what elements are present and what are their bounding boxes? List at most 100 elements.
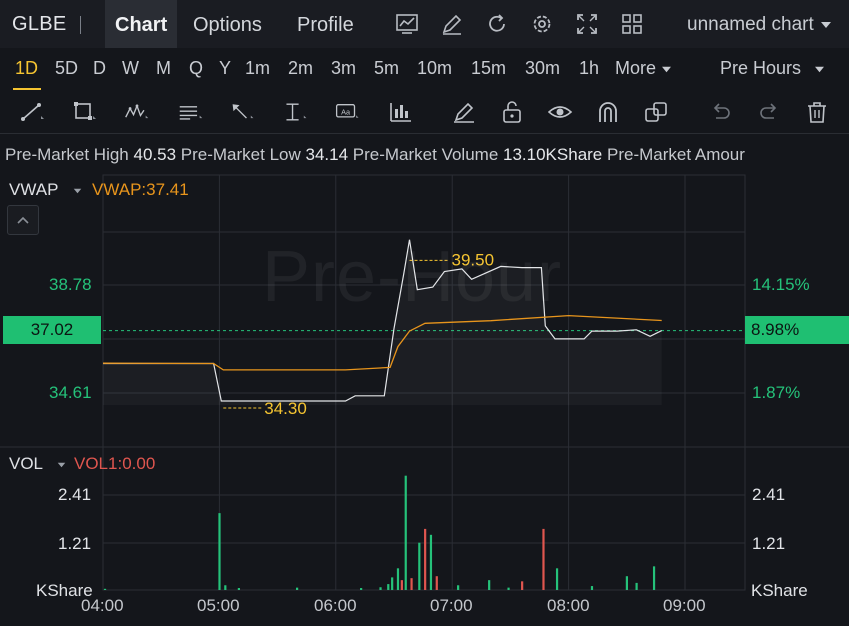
timeframe-5d[interactable]: 5D bbox=[55, 58, 78, 79]
drawing-toolbar: Aa bbox=[0, 90, 849, 134]
volume-bar bbox=[635, 582, 638, 590]
premarket-volume-value: 13.10KShare bbox=[503, 145, 603, 164]
timeframe-10m[interactable]: 10m bbox=[417, 58, 452, 79]
volume-axis-label-left: 1.21 bbox=[58, 534, 92, 553]
vol-indicator-value: VOL1:0.00 bbox=[74, 454, 156, 473]
time-axis-label: 05:00 bbox=[197, 596, 240, 615]
timeframe-3m[interactable]: 3m bbox=[331, 58, 356, 79]
volume-bar bbox=[296, 587, 299, 590]
current-change-tag: 8.98% bbox=[745, 316, 849, 344]
chevron-down-icon bbox=[57, 462, 66, 468]
timeframe-m[interactable]: M bbox=[156, 58, 171, 79]
vwap-indicator-name: VWAP bbox=[9, 180, 59, 199]
volume-bar bbox=[555, 568, 559, 590]
volume-bar bbox=[218, 513, 221, 590]
price-axis-label-left: 34.61 bbox=[49, 383, 92, 402]
chart-type-icon[interactable] bbox=[395, 12, 419, 36]
draw-pen-icon[interactable] bbox=[440, 12, 464, 36]
current-price-tag: 37.02 bbox=[3, 316, 101, 344]
percent-axis-label-right: 1.87% bbox=[752, 383, 801, 402]
volume-panel-frame bbox=[102, 446, 746, 591]
timeframe-w[interactable]: W bbox=[122, 58, 139, 79]
volume-bar bbox=[404, 475, 407, 590]
vol-indicator-selector[interactable]: VOL bbox=[9, 454, 66, 474]
svg-text:Aa: Aa bbox=[341, 107, 351, 116]
trend-line-icon[interactable] bbox=[20, 100, 46, 124]
measure-icon[interactable] bbox=[283, 100, 309, 124]
timeframe-y[interactable]: Y bbox=[219, 58, 231, 79]
volume-bar bbox=[625, 576, 628, 590]
vwap-indicator-value: VWAP:37.41 bbox=[92, 180, 189, 199]
premarket-amount-label: Pre-Market Amour bbox=[607, 145, 745, 164]
volume-bar bbox=[400, 580, 403, 590]
volume-bar bbox=[237, 588, 240, 590]
vol-indicator-name: VOL bbox=[9, 454, 43, 473]
chart-name-dropdown[interactable]: unnamed chart bbox=[687, 14, 832, 36]
arrow-icon[interactable] bbox=[230, 100, 256, 124]
ticker-symbol[interactable]: GLBE bbox=[12, 13, 67, 36]
fullscreen-icon[interactable] bbox=[575, 12, 599, 36]
trash-icon[interactable] bbox=[805, 100, 831, 124]
volume-bar bbox=[542, 528, 545, 590]
volume-bar bbox=[387, 584, 390, 590]
timeframe-2m[interactable]: 2m bbox=[288, 58, 313, 79]
refresh-icon[interactable] bbox=[485, 12, 509, 36]
redo-icon[interactable] bbox=[756, 100, 782, 124]
timeframe-bar: 1D 5D D W M Q Y 1m 2m 3m 5m 10m 15m 30m … bbox=[0, 48, 849, 90]
divider bbox=[80, 16, 81, 34]
tab-options[interactable]: Options bbox=[183, 0, 272, 48]
volume-bar bbox=[521, 581, 524, 590]
volume-bar bbox=[224, 585, 227, 590]
magnet-icon[interactable] bbox=[596, 100, 622, 124]
volume-axis-label-right: 2.41 bbox=[752, 485, 786, 504]
volume-bar bbox=[396, 568, 400, 590]
volume-bar bbox=[410, 578, 413, 590]
chevron-down-icon bbox=[815, 66, 825, 73]
layout-grid-icon[interactable] bbox=[620, 12, 644, 36]
fib-icon[interactable] bbox=[178, 100, 204, 124]
tab-chart[interactable]: Chart bbox=[105, 0, 178, 48]
brush-icon[interactable] bbox=[452, 100, 478, 124]
pattern-icon[interactable] bbox=[124, 100, 150, 124]
premarket-high-value: 40.53 bbox=[133, 145, 177, 164]
chevron-down-icon bbox=[73, 188, 82, 194]
collapse-legend-button[interactable] bbox=[7, 205, 39, 235]
volume-bar bbox=[424, 528, 427, 590]
premarket-low-value: 34.14 bbox=[305, 145, 349, 164]
timeframe-1d[interactable]: 1D bbox=[15, 58, 38, 79]
text-icon[interactable]: Aa bbox=[335, 100, 361, 124]
timeframe-q[interactable]: Q bbox=[189, 58, 203, 79]
volume-bar bbox=[652, 566, 656, 590]
rectangle-icon[interactable] bbox=[72, 100, 98, 124]
layers-icon[interactable] bbox=[644, 100, 670, 124]
chevron-down-icon bbox=[821, 22, 832, 28]
time-axis-label: 04:00 bbox=[81, 596, 124, 615]
premarket-volume-label: Pre-Market Volume bbox=[352, 145, 499, 164]
percent-axis-label-right: 14.15% bbox=[752, 275, 810, 294]
time-axis-label: 07:00 bbox=[430, 596, 473, 615]
timeframe-1m[interactable]: 1m bbox=[245, 58, 270, 79]
top-bar: GLBE Chart Options Profile unnamed chart bbox=[0, 0, 849, 48]
low-price-marker: 34.30 bbox=[264, 399, 307, 418]
timeframe-d[interactable]: D bbox=[93, 58, 106, 79]
indicator-icon[interactable] bbox=[388, 100, 414, 124]
lock-icon[interactable] bbox=[500, 100, 526, 124]
more-label: More bbox=[615, 58, 657, 78]
volume-unit-right: KShare bbox=[751, 581, 808, 600]
undo-icon[interactable] bbox=[708, 100, 734, 124]
timeframe-15m[interactable]: 15m bbox=[471, 58, 506, 79]
timeframe-1h[interactable]: 1h bbox=[579, 58, 599, 79]
vwap-indicator-selector[interactable]: VWAP bbox=[9, 180, 82, 200]
session-dropdown[interactable]: Pre Hours bbox=[720, 58, 825, 79]
time-axis-label: 06:00 bbox=[314, 596, 357, 615]
timeframe-30m[interactable]: 30m bbox=[525, 58, 560, 79]
settings-gear-icon[interactable] bbox=[530, 12, 554, 36]
more-timeframes-button[interactable]: More bbox=[615, 58, 672, 79]
session-label: Pre Hours bbox=[720, 58, 802, 78]
chevron-up-icon bbox=[17, 216, 29, 224]
timeframe-5m[interactable]: 5m bbox=[374, 58, 399, 79]
volume-bar bbox=[488, 580, 491, 590]
volume-bar bbox=[435, 576, 438, 590]
tab-profile[interactable]: Profile bbox=[287, 0, 364, 48]
eye-icon[interactable] bbox=[548, 100, 574, 124]
